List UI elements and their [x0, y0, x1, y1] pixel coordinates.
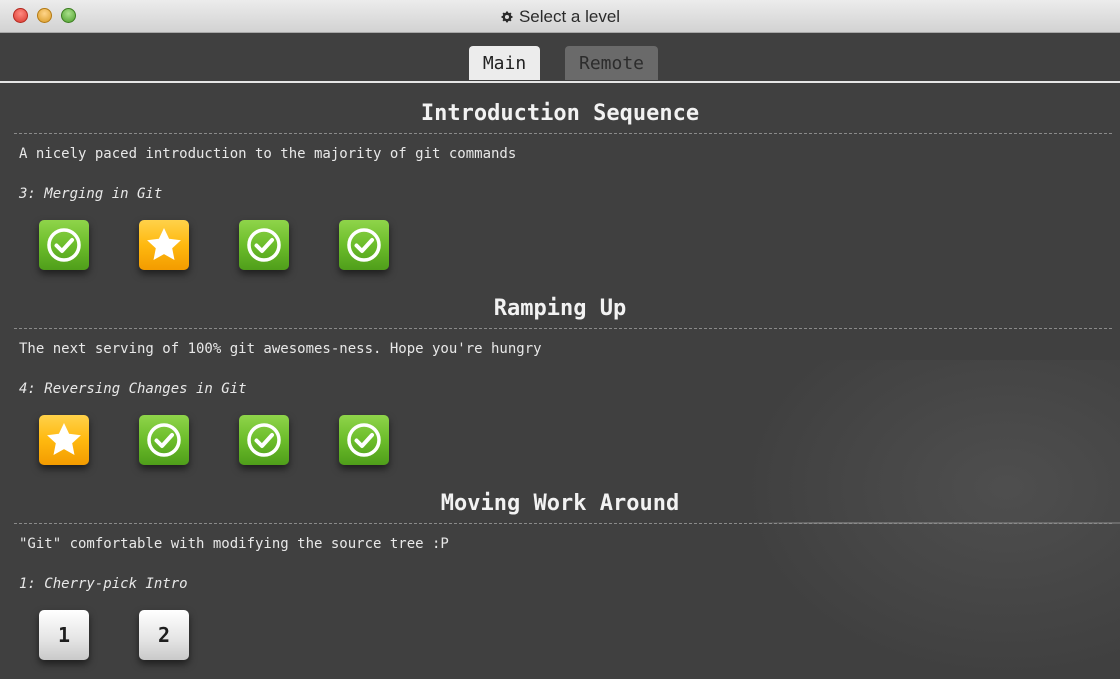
tab-main[interactable]: Main: [469, 46, 540, 80]
checkmark-icon: [247, 228, 281, 262]
section-description: "Git" comfortable with modifying the sou…: [19, 536, 449, 552]
background-smudge: [740, 360, 1120, 679]
section-current-level: 4: Reversing Changes in Git: [19, 381, 247, 397]
window-title: Select a level: [518, 6, 621, 26]
level-button-2[interactable]: 2: [139, 610, 189, 660]
section-title: Moving Work Around: [440, 491, 680, 516]
checkmark-icon: [147, 423, 181, 457]
section-title: Ramping Up: [493, 296, 627, 321]
level-button-3[interactable]: [239, 415, 289, 465]
checkmark-icon: [247, 423, 281, 457]
level-button-1[interactable]: 1: [39, 610, 89, 660]
section-divider: [14, 523, 1112, 524]
section-description: A nicely paced introduction to the major…: [19, 146, 517, 162]
level-button-1[interactable]: [39, 220, 89, 270]
tab-divider: [0, 81, 1120, 83]
tab-remote[interactable]: Remote: [565, 46, 658, 80]
window-title-wrap: Select a level: [0, 0, 1120, 33]
title-bar: Select a level: [0, 0, 1120, 33]
checkmark-icon: [47, 228, 81, 262]
level-button-2[interactable]: [139, 415, 189, 465]
gear-icon: [501, 10, 513, 22]
section-divider: [14, 133, 1112, 134]
section-title: Introduction Sequence: [420, 101, 700, 126]
section-current-level: 3: Merging in Git: [19, 186, 163, 202]
level-button-4[interactable]: [339, 415, 389, 465]
level-button-2[interactable]: [139, 220, 189, 270]
level-select-window: Select a level Main Remote Introduction …: [0, 0, 1120, 679]
section-description: The next serving of 100% git awesomes-ne…: [19, 341, 542, 357]
checkmark-icon: [347, 228, 381, 262]
section-divider: [14, 328, 1112, 329]
star-icon: [147, 228, 181, 260]
level-button-3[interactable]: [239, 220, 289, 270]
level-button-1[interactable]: [39, 415, 89, 465]
section-current-level: 1: Cherry-pick Intro: [19, 576, 188, 592]
star-icon: [47, 423, 81, 455]
tab-bar: Main Remote: [0, 46, 1120, 82]
checkmark-icon: [347, 423, 381, 457]
level-button-4[interactable]: [339, 220, 389, 270]
